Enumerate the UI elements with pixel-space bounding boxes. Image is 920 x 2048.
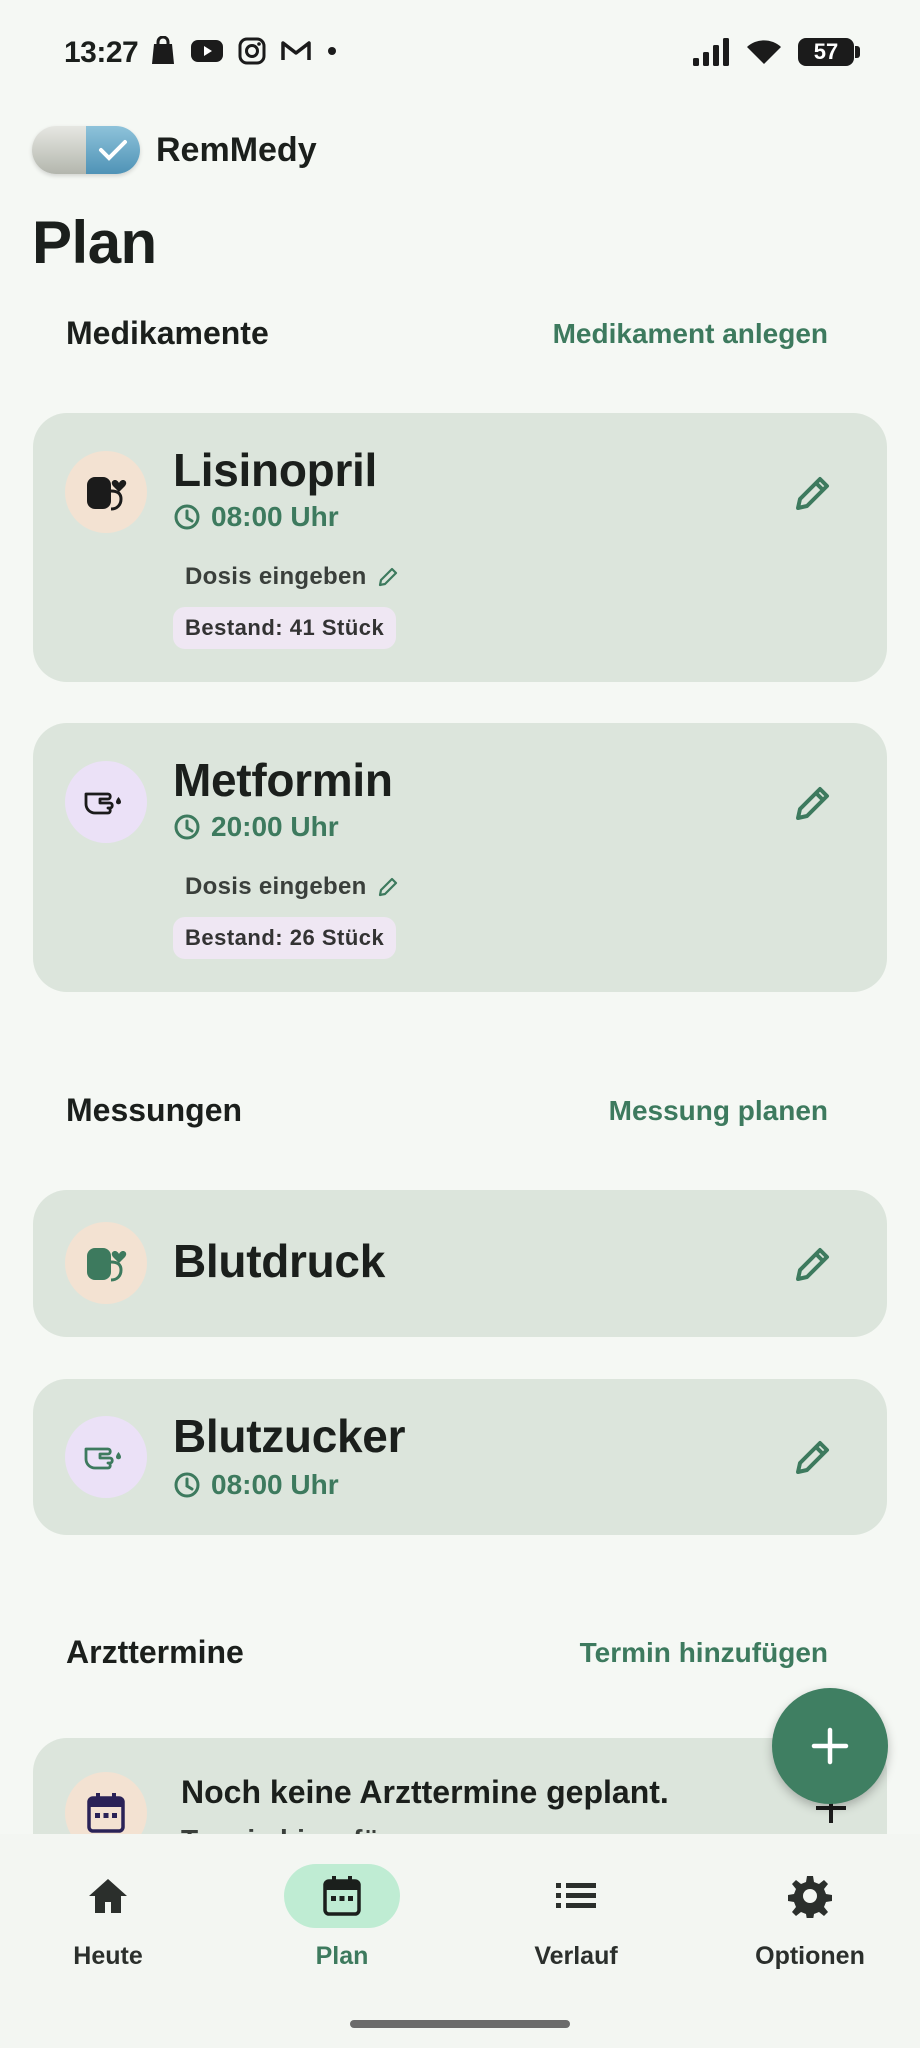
medication-time: 08:00 Uhr	[173, 501, 339, 533]
medication-card[interactable]: Metformin 20:00 Uhr Dosis eingeben Besta…	[33, 723, 887, 992]
measurement-card[interactable]: Blutzucker 08:00 Uhr	[33, 1379, 887, 1535]
nav-item-heute[interactable]: Heute	[8, 1864, 208, 1971]
home-icon	[50, 1864, 166, 1928]
nav-label: Heute	[73, 1942, 143, 1970]
instagram-icon	[238, 37, 266, 65]
edit-button[interactable]	[789, 469, 837, 517]
app-name: RemMedy	[156, 130, 317, 169]
status-time: 13:27	[64, 36, 139, 69]
blood-pressure-icon	[65, 1222, 147, 1304]
appointments-header: Arzttermine Termin hinzufügen	[66, 1634, 828, 1671]
empty-appointments-card[interactable]: Noch keine Arzttermine geplant. Termin h…	[33, 1738, 887, 1834]
dot-icon	[328, 47, 336, 55]
app-logo	[32, 126, 140, 174]
edit-button[interactable]	[789, 1433, 837, 1481]
measurement-card[interactable]: Blutdruck	[33, 1190, 887, 1337]
status-bar: 13:27 57	[0, 0, 920, 105]
home-indicator[interactable]	[350, 2020, 570, 2028]
clock-icon	[174, 504, 200, 530]
finger-drop-icon	[65, 1416, 147, 1498]
pencil-icon	[796, 1441, 829, 1474]
gear-icon	[752, 1864, 868, 1928]
gmail-icon	[281, 41, 311, 60]
edit-button[interactable]	[789, 1240, 837, 1288]
nav-item-verlauf[interactable]: Verlauf	[476, 1864, 676, 1971]
wifi-icon	[747, 40, 781, 64]
plan-measurement-link[interactable]: Messung planen	[609, 1095, 828, 1127]
appointments-heading: Arzttermine	[66, 1634, 244, 1670]
medications-heading: Medikamente	[66, 315, 269, 351]
battery-icon: 57	[798, 38, 860, 66]
clock-icon	[174, 1472, 200, 1498]
medication-card[interactable]: Lisinopril 08:00 Uhr Dosis eingeben Best…	[33, 413, 887, 682]
app-header: RemMedy	[32, 126, 317, 174]
add-appointment-link[interactable]: Termin hinzufügen	[580, 1637, 828, 1669]
medication-time-text: 08:00 Uhr	[211, 501, 339, 532]
calendar-icon	[284, 1864, 400, 1928]
blood-pressure-icon	[65, 451, 147, 533]
measurements-header: Messungen Messung planen	[66, 1092, 828, 1129]
measurement-name: Blutzucker	[173, 1410, 406, 1462]
medications-header: Medikamente Medikament anlegen	[66, 315, 828, 352]
medication-name: Lisinopril	[173, 444, 378, 496]
clock-icon	[174, 814, 200, 840]
list-icon	[518, 1864, 634, 1928]
pencil-icon	[796, 477, 829, 510]
calendar-icon	[65, 1772, 147, 1834]
check-icon	[99, 140, 127, 161]
measurements-heading: Messungen	[66, 1092, 243, 1128]
dose-label: Dosis eingeben	[185, 563, 367, 590]
dose-entry[interactable]: Dosis eingeben	[185, 563, 399, 591]
plus-icon	[811, 1727, 849, 1765]
pencil-icon	[378, 877, 397, 897]
dose-label: Dosis eingeben	[185, 873, 367, 900]
bottom-navigation: Heute Plan Verlauf Optionen	[0, 1834, 920, 2048]
add-medication-link[interactable]: Medikament anlegen	[553, 318, 828, 350]
nav-item-optionen[interactable]: Optionen	[710, 1864, 910, 1971]
pencil-icon	[796, 787, 829, 820]
edit-button[interactable]	[789, 779, 837, 827]
dose-entry[interactable]: Dosis eingeben	[185, 873, 399, 901]
measurement-time: 08:00 Uhr	[173, 1469, 339, 1501]
page-title: Plan	[32, 209, 157, 276]
stock-badge: Bestand: 26 Stück	[173, 917, 397, 959]
shopping-bag-icon	[152, 36, 174, 64]
system-icons: 57	[692, 38, 860, 66]
measurement-name: Blutdruck	[173, 1235, 385, 1287]
medication-time: 20:00 Uhr	[173, 811, 339, 843]
stock-badge: Bestand: 41 Stück	[173, 607, 397, 649]
empty-appointments-subtitle: Termin hinzufügen	[181, 1824, 429, 1834]
medication-time-text: 20:00 Uhr	[211, 811, 339, 842]
medication-name: Metformin	[173, 754, 393, 806]
nav-item-plan[interactable]: Plan	[242, 1864, 442, 1971]
nav-label: Optionen	[755, 1942, 865, 1970]
notification-icons	[150, 36, 338, 66]
measurement-time-text: 08:00 Uhr	[211, 1469, 339, 1500]
add-fab[interactable]	[772, 1688, 888, 1804]
signal-icon	[693, 38, 729, 66]
pencil-icon	[796, 1248, 829, 1281]
finger-drop-icon	[65, 761, 147, 843]
nav-label: Verlauf	[534, 1942, 618, 1970]
empty-appointments-title: Noch keine Arzttermine geplant.	[181, 1774, 669, 1810]
youtube-icon	[191, 40, 223, 62]
nav-label: Plan	[315, 1942, 369, 1970]
pencil-icon	[378, 567, 397, 587]
